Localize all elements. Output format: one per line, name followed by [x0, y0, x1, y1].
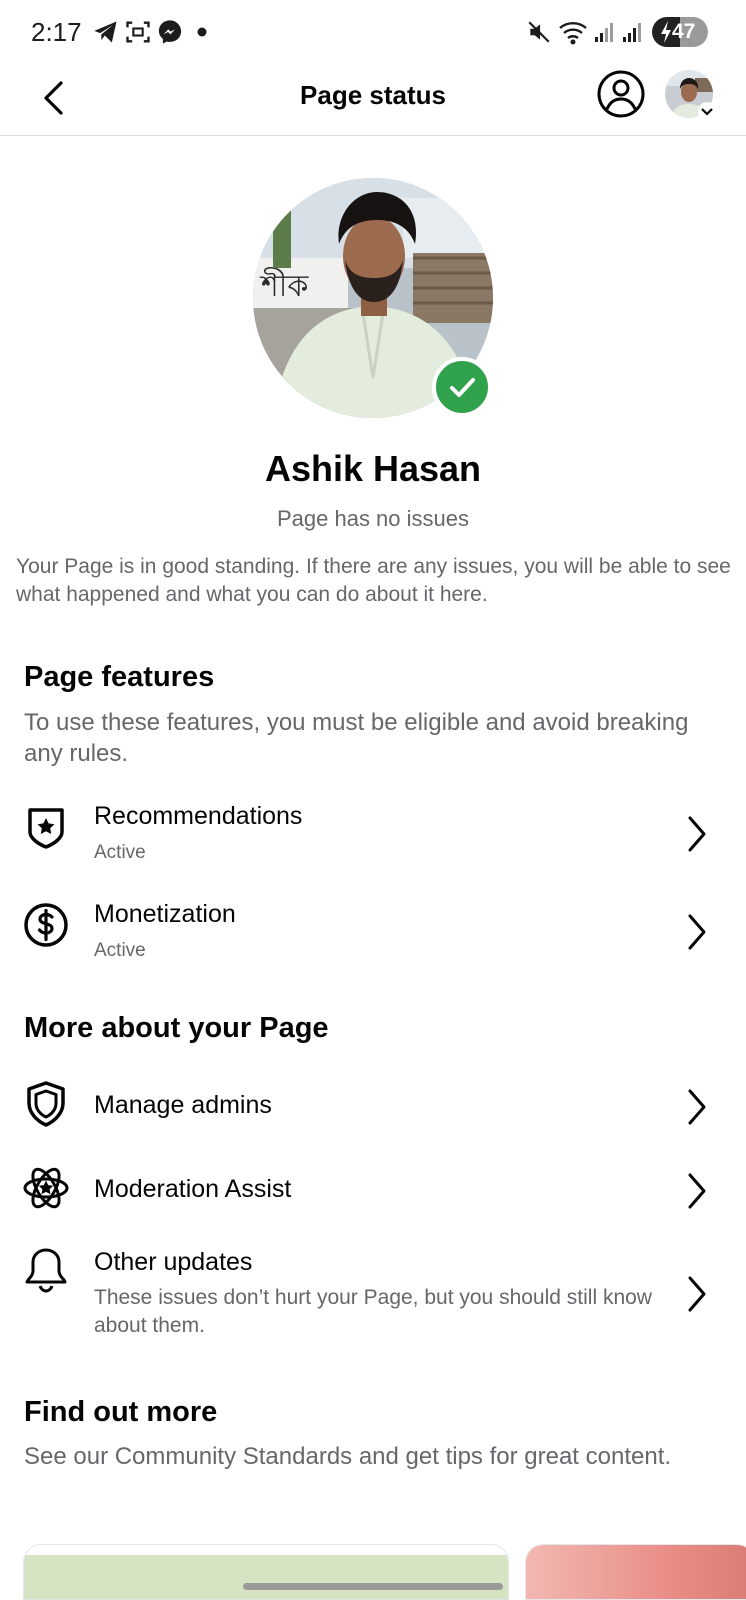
bell-icon	[25, 1248, 67, 1293]
more-label: Manage admins	[94, 1091, 272, 1119]
status-bar: 2:17 47	[0, 0, 746, 64]
page-name: Ashik Hasan	[264, 448, 482, 489]
mute-icon	[528, 21, 550, 43]
resource-card-image	[24, 1555, 508, 1599]
section-description-find-out-more: See our Community Standards and get tips…	[24, 1443, 672, 1470]
status-time: 2:17	[31, 17, 82, 47]
checkmark-icon	[450, 378, 475, 397]
feature-row-recommendations[interactable]: Recommendations Active	[0, 795, 746, 885]
home-indicator[interactable]	[243, 1583, 503, 1590]
more-description: These issues don’t hurt your Page, but y…	[94, 1286, 652, 1337]
user-circle-icon	[597, 70, 645, 118]
signal-icon	[623, 23, 641, 42]
section-description-page-features: To use these features, you must be eligi…	[24, 709, 689, 767]
standing-description: Your Page is in good standing. If there …	[16, 555, 731, 606]
more-label: Other updates	[94, 1248, 253, 1276]
more-row-moderation-assist[interactable]: Moderation Assist	[0, 1160, 746, 1220]
screenshot-icon	[126, 21, 150, 43]
more-label: Moderation Assist	[94, 1175, 292, 1203]
chevron-down-icon	[701, 108, 713, 116]
profile-button[interactable]	[596, 69, 646, 119]
battery-charging-icon: 47	[652, 17, 708, 47]
feature-status: Active	[94, 842, 146, 863]
chevron-right-icon	[688, 1276, 706, 1312]
chevron-right-icon	[688, 914, 706, 950]
shield-star-icon	[28, 808, 64, 849]
verified-badge	[432, 357, 492, 417]
svg-text:শীক: শীক	[259, 267, 309, 304]
resource-card[interactable]	[525, 1544, 746, 1600]
more-row-manage-admins[interactable]: Manage admins	[0, 1076, 746, 1136]
chevron-right-icon	[688, 816, 706, 852]
section-title-find-out-more: Find out more	[24, 1396, 218, 1428]
chevron-right-icon	[688, 1173, 706, 1209]
resource-card[interactable]	[23, 1544, 509, 1600]
section-title-more-about: More about your Page	[24, 1012, 329, 1044]
page-status-text: Page has no issues	[276, 506, 470, 531]
more-row-other-updates[interactable]: Other updates These issues don’t hurt yo…	[0, 1242, 746, 1352]
account-switch-indicator[interactable]	[698, 102, 716, 120]
dot-icon	[197, 27, 207, 37]
dollar-circle-icon	[24, 903, 68, 947]
feature-label: Monetization	[94, 900, 236, 928]
shield-icon	[27, 1081, 65, 1127]
feature-label: Recommendations	[94, 802, 303, 830]
wifi-icon	[559, 22, 587, 45]
resource-card-image	[526, 1545, 746, 1599]
top-app-bar: Page status	[0, 64, 746, 136]
signal-icon	[595, 23, 613, 42]
feature-status: Active	[94, 940, 146, 961]
telegram-icon	[94, 21, 117, 43]
atom-star-icon	[23, 1167, 69, 1209]
section-title-page-features: Page features	[24, 661, 215, 693]
battery-level: 47	[672, 20, 696, 43]
chevron-right-icon	[688, 1089, 706, 1125]
feature-row-monetization[interactable]: Monetization Active	[0, 893, 746, 983]
messenger-icon	[158, 20, 182, 44]
